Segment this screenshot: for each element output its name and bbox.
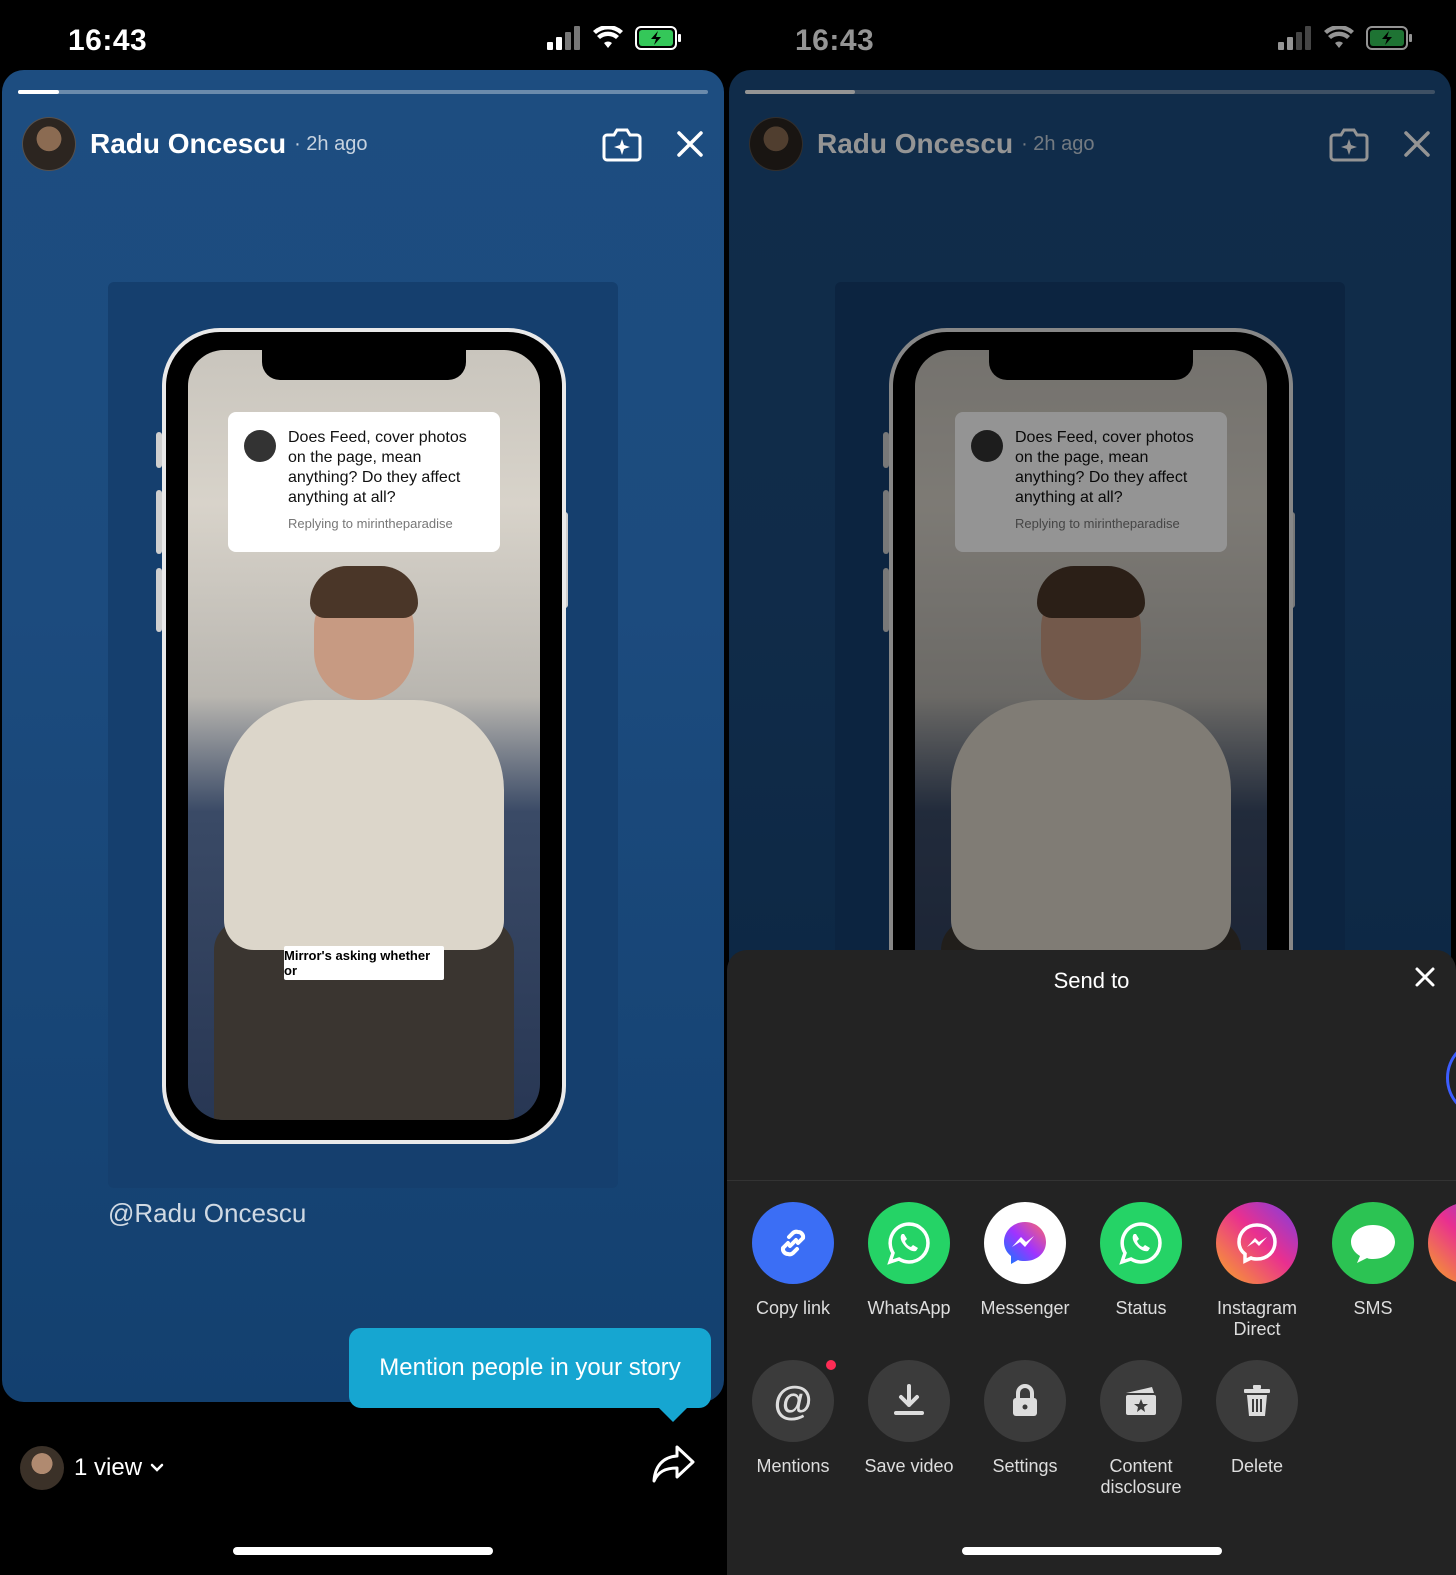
share-label: SMS [1353,1298,1393,1318]
share-label: Messenger [980,1298,1070,1318]
author-name[interactable]: Radu Oncescu [90,128,286,160]
story-progress [18,90,708,94]
share-sms[interactable]: SMS [1331,1202,1415,1340]
home-indicator [232,1547,493,1555]
link-icon [780,1229,806,1257]
battery-icon [635,26,681,50]
question-sticker: Does Feed, cover photos on the page, mea… [228,412,500,552]
wifi-icon [593,26,623,48]
question-avatar [244,430,276,462]
share-status[interactable]: Status [1099,1202,1183,1340]
action-delete[interactable]: Delete [1215,1360,1299,1498]
action-settings[interactable]: Settings [983,1360,1067,1498]
lock-icon [1013,1384,1037,1416]
video-caption: Mirror's asking whether or [284,946,444,980]
story-card[interactable]: Radu Oncescu · 2h ago @oncescuradu [2,70,724,1402]
action-mentions[interactable]: @ Mentions [751,1360,836,1498]
phone-mockup: @oncescuradu Does Feed, cover photos on … [162,328,566,1144]
views-count: 1 view [74,1454,143,1481]
contact-avatar-peek[interactable] [1446,1038,1456,1118]
video-screen: @oncescuradu Does Feed, cover photos on … [188,350,540,1120]
download-icon [894,1384,924,1415]
at-icon: @ [773,1378,813,1423]
share-copy-link[interactable]: Copy link [751,1202,835,1340]
mention-tooltip[interactable]: Mention people in your story [349,1328,711,1422]
header-actions [602,126,704,162]
messenger-icon [1004,1222,1046,1264]
action-label: Mentions [756,1456,830,1476]
phone-notch [262,350,466,380]
trash-icon [1244,1385,1270,1416]
action-save-video[interactable]: Save video [864,1360,954,1498]
effects-camera-icon[interactable] [602,126,642,162]
story-screen: 16:43 Radu Oncescu · 2h ago Does Feed, c… [0,0,725,1575]
status-icons [547,26,681,50]
sms-icon [1351,1225,1395,1263]
whatsapp-icon [887,1222,930,1265]
share-label: WhatsApp [867,1298,951,1318]
video-person [214,560,514,1120]
share-more-peek[interactable] [1428,1202,1456,1284]
tooltip-text: Mention people in your story [379,1354,681,1381]
whatsapp-status-icon [1119,1222,1162,1265]
viewer-avatar[interactable] [20,1446,64,1490]
share-label: Status [1115,1298,1167,1318]
sheet-title: Send to [1053,968,1130,993]
share-sheet-screen: 16:43 Radu Oncescu · 2h ago Does Feed, c… [727,0,1456,1575]
reposted-video-frame[interactable]: @oncescuradu Does Feed, cover photos on … [108,282,618,1188]
replying-to: Replying to mirintheparadise [288,516,453,531]
story-header: Radu Oncescu · 2h ago [22,116,704,172]
notification-dot [826,1360,836,1370]
action-label: Settings [992,1456,1058,1476]
chevron-down-icon [150,1463,164,1472]
share-arrow-icon[interactable] [651,1444,695,1484]
tooltip-arrow [659,1408,687,1422]
share-whatsapp[interactable]: WhatsApp [867,1202,951,1340]
action-label: Delete [1230,1456,1284,1476]
share-messenger[interactable]: Messenger [980,1202,1070,1340]
status-bar: 16:43 [0,0,725,72]
question-text: Does Feed, cover photos on the page, mea… [288,429,467,506]
signal-icon [547,26,580,50]
views-button[interactable]: 1 view [74,1454,164,1482]
home-indicator [961,1547,1222,1555]
action-label: Content disclosure [1100,1456,1182,1497]
sheet-divider [727,1180,1456,1181]
action-label: Save video [864,1456,954,1476]
share-label: Copy link [755,1298,831,1318]
post-time: · 2h ago [294,132,368,155]
share-targets: Copy link WhatsApp Messenger Status Inst… [751,1202,1415,1340]
share-label: Instagram Direct [1216,1298,1298,1339]
story-progress-fill [18,90,60,94]
story-footer: 1 view [0,1436,725,1496]
author-avatar[interactable] [22,117,76,171]
action-content-disclosure[interactable]: Content disclosure [1099,1360,1183,1498]
share-instagram-direct[interactable]: Instagram Direct [1215,1202,1299,1340]
creator-handle: @Radu Oncescu [108,1198,307,1228]
content-disclosure-icon [1126,1387,1156,1415]
close-icon[interactable] [676,130,704,158]
status-time: 16:43 [68,24,148,57]
sheet-actions: @ Mentions Save video Settings Content d… [751,1360,1299,1498]
sheet-close-icon[interactable] [1414,966,1436,988]
instagram-direct-icon [1237,1223,1277,1264]
send-to-sheet: Send to Copy link WhatsApp Messenger Sta… [727,950,1456,1575]
